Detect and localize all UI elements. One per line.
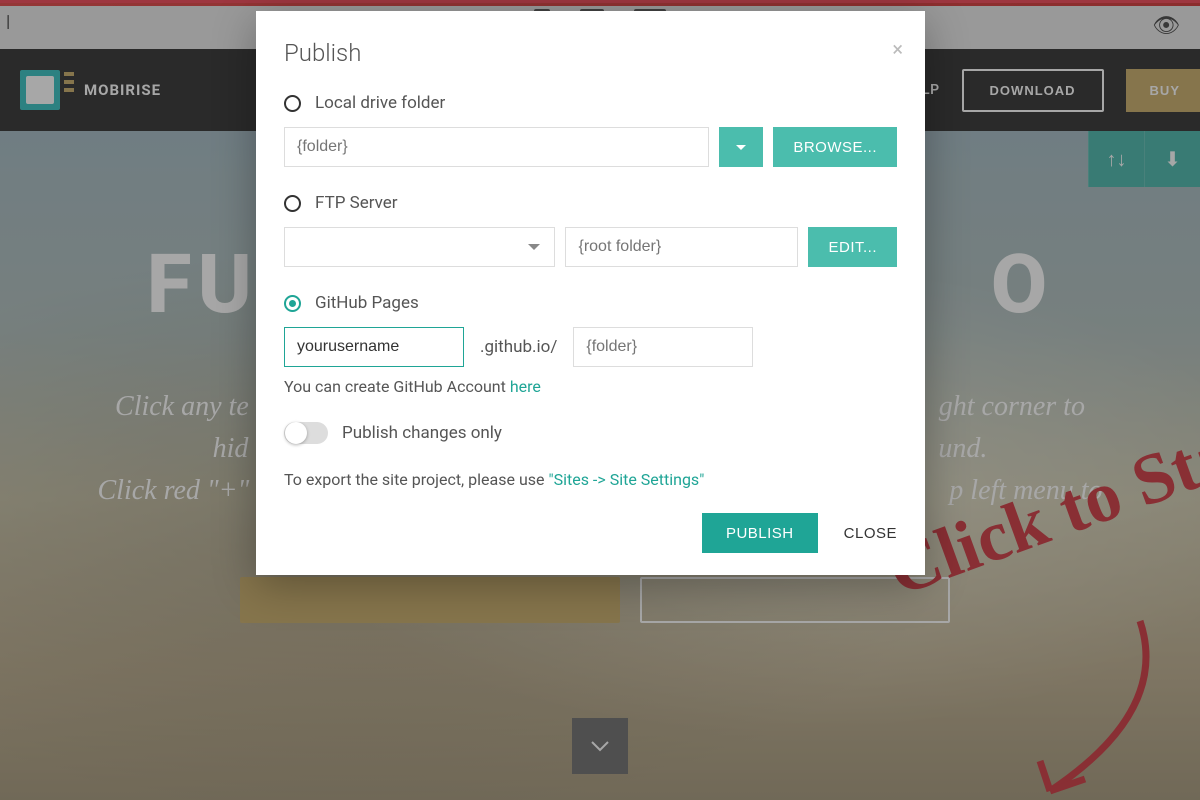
- ftp-edit-button[interactable]: EDIT...: [808, 227, 897, 267]
- local-drive-radio-row[interactable]: Local drive folder: [284, 93, 897, 113]
- github-label: GitHub Pages: [315, 293, 419, 313]
- github-pages-section: GitHub Pages .github.io/ You can create …: [284, 293, 897, 396]
- ftp-radio[interactable]: [284, 195, 301, 212]
- github-create-link[interactable]: here: [510, 377, 541, 396]
- github-folder-input[interactable]: [573, 327, 753, 367]
- local-drive-label: Local drive folder: [315, 93, 445, 113]
- folder-dropdown-button[interactable]: [719, 127, 763, 167]
- ftp-root-folder-input[interactable]: [565, 227, 798, 267]
- ftp-radio-row[interactable]: FTP Server: [284, 193, 897, 213]
- publish-changes-label: Publish changes only: [342, 423, 502, 443]
- github-domain-text: .github.io/: [480, 337, 557, 357]
- publish-dialog: Publish × Local drive folder BROWSE... F…: [256, 11, 925, 575]
- local-folder-input[interactable]: [284, 127, 709, 167]
- local-drive-section: Local drive folder BROWSE...: [284, 93, 897, 167]
- github-radio-row[interactable]: GitHub Pages: [284, 293, 897, 313]
- ftp-section: FTP Server EDIT...: [284, 193, 897, 267]
- local-drive-radio[interactable]: [284, 95, 301, 112]
- ftp-label: FTP Server: [315, 193, 398, 213]
- publish-changes-toggle[interactable]: [284, 422, 328, 444]
- publish-changes-row: Publish changes only: [284, 422, 897, 444]
- close-icon[interactable]: ×: [892, 37, 903, 61]
- publish-button[interactable]: PUBLISH: [702, 513, 818, 553]
- site-settings-link[interactable]: "Sites -> Site Settings": [548, 470, 704, 489]
- close-button[interactable]: CLOSE: [844, 525, 897, 542]
- ftp-server-select[interactable]: [284, 227, 555, 267]
- github-help-text: You can create GitHub Account here: [284, 377, 897, 396]
- dialog-footer: PUBLISH CLOSE: [284, 513, 897, 553]
- browse-button[interactable]: BROWSE...: [773, 127, 897, 167]
- github-radio[interactable]: [284, 295, 301, 312]
- export-hint: To export the site project, please use "…: [284, 470, 897, 489]
- dialog-title: Publish: [284, 39, 897, 67]
- github-username-input[interactable]: [284, 327, 464, 367]
